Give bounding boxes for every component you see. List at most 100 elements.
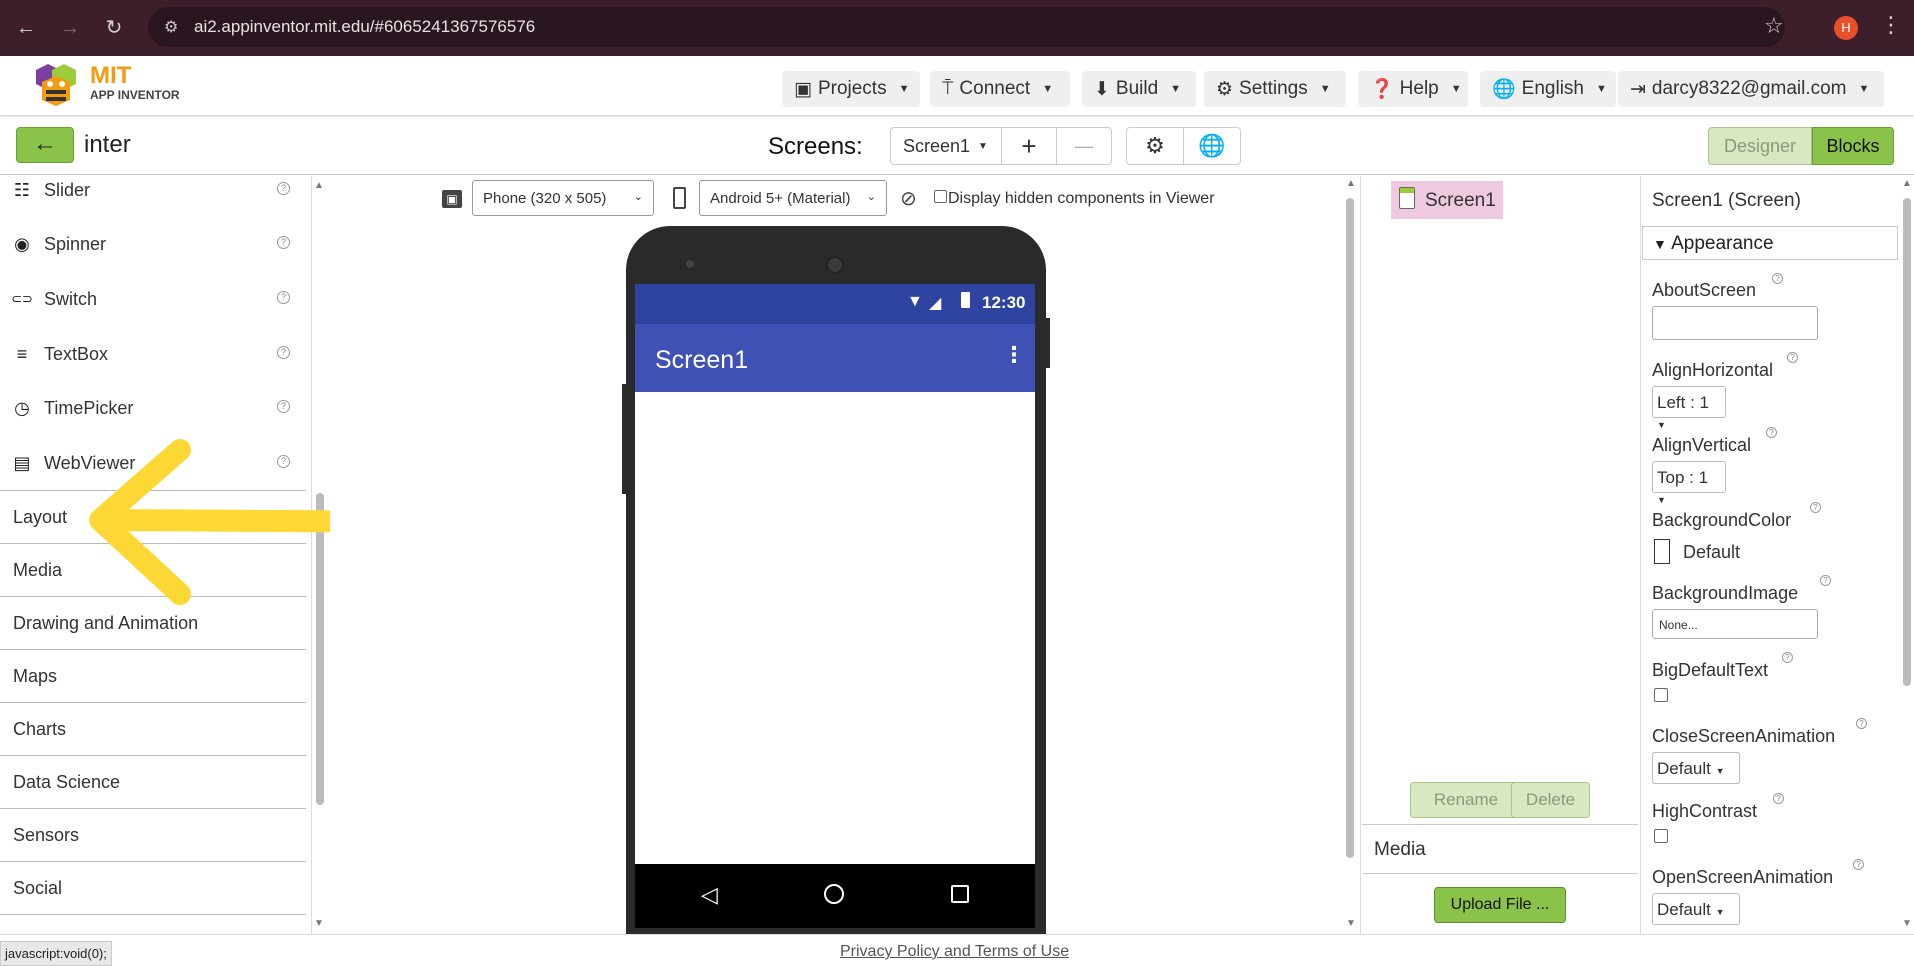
palette-category-sensors[interactable]: Sensors [0,808,306,861]
help-icon[interactable]: ? [277,236,290,249]
viewer-scroll-thumb[interactable] [1346,198,1354,858]
help-menu[interactable]: ❓ Help ▼ [1358,71,1468,107]
palette-category-data-science[interactable]: Data Science [0,755,306,808]
delete-button[interactable]: Delete [1511,782,1590,818]
scroll-up-icon[interactable]: ▲ [1902,178,1912,189]
help-icon[interactable]: ? [1772,273,1783,284]
help-icon[interactable]: ? [1782,652,1793,663]
globe-icon: 🌐 [1492,79,1516,100]
palette-item-textbox[interactable]: ≡ TextBox ? [10,334,300,374]
background-color-swatch[interactable] [1654,539,1670,564]
about-screen-textarea[interactable] [1652,306,1818,340]
prop-background-color-label: BackgroundColor [1652,510,1792,530]
caret-down-icon: ▼ [898,83,910,95]
open-screen-animation-select[interactable]: Default ▼ [1652,893,1740,925]
close-screen-animation-select[interactable]: Default ▼ [1652,752,1740,784]
remove-screen-button[interactable]: — [1056,127,1112,165]
scroll-down-icon[interactable]: ▼ [314,918,324,929]
chevron-down-icon: ⌄ [633,191,643,203]
properties-scroll-thumb[interactable] [1903,198,1911,686]
back-to-projects-button[interactable]: ← [16,127,74,163]
back-arrow-icon[interactable]: ← [12,14,40,42]
align-vertical-select[interactable]: Top : 1 ▼ [1652,461,1726,505]
phone-size-icon: ▣ [442,190,462,208]
app-inventor-logo[interactable] [28,60,82,108]
account-menu[interactable]: ⇥ darcy8322@gmail.com ▼ [1618,71,1884,107]
high-contrast-checkbox[interactable] [1654,829,1668,843]
screen-select-value: Screen1 [903,135,971,156]
webviewer-icon: ▤ [13,452,31,473]
background-color-value[interactable]: Default [1683,542,1740,563]
tree-node-label: Screen1 [1425,190,1496,211]
help-icon[interactable]: ? [1820,575,1831,586]
help-icon[interactable]: ? [1853,859,1864,870]
help-icon[interactable]: ? [1766,427,1777,438]
phone-side-button [622,384,628,494]
status-time: 12:30 [982,293,1026,312]
palette-item-spinner[interactable]: ◉ Spinner ? [10,224,300,264]
scroll-down-icon[interactable]: ▼ [1902,918,1912,929]
help-icon[interactable]: ? [277,400,290,413]
tree-node-screen1[interactable]: Screen1 [1391,181,1503,219]
site-settings-icon[interactable]: ⚙ [164,17,178,37]
browser-menu-icon[interactable]: ⋮ [1880,12,1902,38]
reload-icon[interactable]: ↻ [100,14,128,42]
help-icon[interactable]: ? [277,182,290,195]
palette-category-maps[interactable]: Maps [0,649,306,702]
project-properties-button[interactable]: ⚙ [1126,127,1184,165]
big-default-text-checkbox[interactable] [1654,688,1668,702]
scroll-up-icon[interactable]: ▲ [1346,178,1356,189]
palette-item-switch[interactable]: ⊂⊃ Switch ? [10,279,300,319]
caret-down-icon: ▼ [978,140,988,152]
blocks-button[interactable]: Blocks [1812,127,1894,165]
projects-menu[interactable]: ▣ Projects ▼ [782,71,920,107]
palette-category-charts[interactable]: Charts [0,702,306,755]
address-bar[interactable]: ⚙ ai2.appinventor.mit.edu/#6065241367576… [148,7,1785,47]
appearance-section-toggle[interactable]: ▼ Appearance [1642,226,1898,260]
align-horizontal-select[interactable]: Left : 1 ▼ [1652,386,1726,430]
phone-side-button [1044,318,1050,368]
publish-button[interactable]: 🌐 [1183,127,1241,165]
help-icon[interactable]: ? [1773,793,1784,804]
overflow-menu-icon: ⋮ [1003,342,1025,367]
build-menu[interactable]: ⬇ Build ▼ [1082,71,1196,107]
scroll-down-icon[interactable]: ▼ [1346,918,1356,929]
help-icon[interactable]: ? [277,346,290,359]
hidden-components-checkbox[interactable] [934,190,947,203]
logout-icon: ⇥ [1630,78,1646,100]
forward-arrow-icon[interactable]: → [56,14,84,42]
profile-avatar[interactable]: H [1834,16,1858,40]
prop-background-image-label: BackgroundImage [1652,583,1799,603]
bookmark-star-icon[interactable]: ☆ [1764,13,1784,39]
palette-item-timepicker[interactable]: ◷ TimePicker ? [10,388,300,428]
palette-category-social[interactable]: Social [0,861,306,914]
help-icon[interactable]: ? [277,291,290,304]
align-vertical-value: Top : 1 [1657,468,1709,487]
background-image-picker[interactable]: None... [1652,609,1818,639]
caret-down-icon: ▼ [1715,766,1725,776]
language-menu[interactable]: 🌐 English ▼ [1480,71,1616,107]
eye-off-icon: ⊘ [900,188,917,210]
appearance-section-label: Appearance [1671,233,1774,254]
settings-menu[interactable]: ⚙ Settings ▼ [1204,71,1346,107]
rename-button[interactable]: Rename [1410,782,1522,818]
scroll-up-icon[interactable]: ▲ [314,180,324,191]
android-theme-select[interactable]: Android 5+ (Material) ⌄ [699,180,887,216]
help-icon[interactable]: ? [1856,718,1867,729]
palette-item-label: TimePicker [44,397,134,418]
help-icon[interactable]: ? [1810,502,1821,513]
phone-size-select[interactable]: Phone (320 x 505) ⌄ [472,180,654,216]
designer-button[interactable]: Designer [1708,127,1812,165]
connect-menu[interactable]: ⍑ Connect ▼ [930,71,1070,107]
add-screen-button[interactable]: + [1001,127,1057,165]
page-footer: Privacy Policy and Terms of Use [0,934,1914,966]
logo-subtitle: APP INVENTOR [90,88,180,102]
upload-file-button[interactable]: Upload File ... [1434,887,1566,923]
screen-select[interactable]: Screen1 ▼ [890,127,1002,165]
connect-menu-label: Connect [959,78,1031,99]
help-icon[interactable]: ? [1787,352,1798,363]
privacy-policy-link[interactable]: Privacy Policy and Terms of Use [840,943,1069,961]
palette-item-slider[interactable]: ☷ Slider ? [10,176,300,210]
gear-icon: ⚙ [1216,78,1234,100]
phone-size-value: Phone (320 x 505) [483,190,607,207]
